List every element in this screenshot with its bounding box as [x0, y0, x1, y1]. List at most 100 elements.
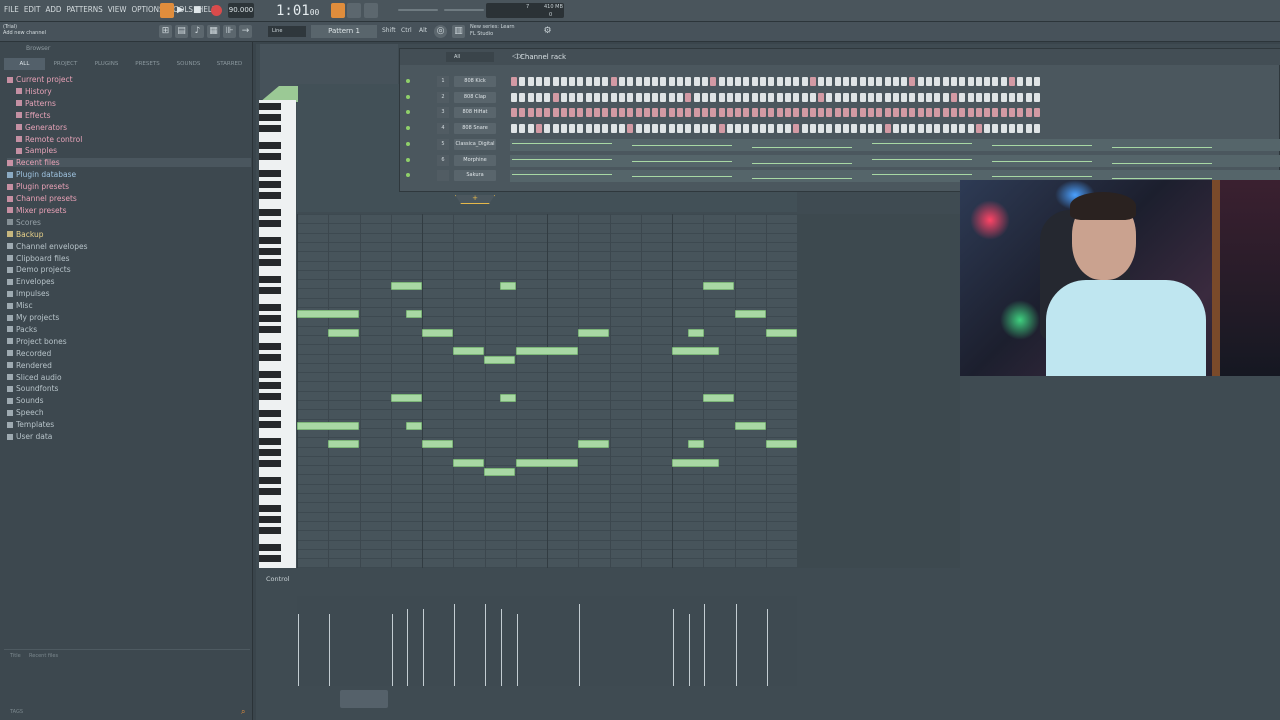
step-button[interactable] [984, 108, 991, 118]
step-button[interactable] [677, 124, 683, 134]
black-key[interactable] [259, 449, 281, 457]
step-button[interactable] [610, 108, 617, 118]
step-button[interactable] [552, 77, 559, 86]
step-button[interactable] [577, 108, 584, 118]
step-button[interactable] [843, 124, 849, 134]
step-button[interactable] [784, 108, 791, 118]
step-button[interactable] [643, 108, 650, 118]
browser-item-remote-control[interactable]: Remote control [16, 135, 82, 144]
step-button[interactable] [884, 92, 891, 102]
channel-piano-roll-preview[interactable] [510, 154, 1280, 167]
step-button[interactable] [668, 108, 675, 118]
channel-button[interactable]: 808 Snare [454, 123, 496, 135]
step-button[interactable] [652, 124, 659, 134]
step-button[interactable] [992, 92, 999, 102]
black-key[interactable] [259, 125, 281, 133]
black-key[interactable] [259, 170, 281, 177]
step-button[interactable] [959, 92, 966, 102]
step-button[interactable] [984, 92, 991, 102]
step-button[interactable] [909, 108, 916, 118]
black-key[interactable] [259, 142, 281, 150]
step-button[interactable] [992, 108, 999, 118]
black-key[interactable] [259, 382, 281, 390]
channel-mute-led[interactable] [406, 110, 410, 115]
midi-note[interactable] [406, 422, 422, 430]
step-button[interactable] [859, 77, 866, 86]
step-button[interactable] [818, 124, 825, 134]
black-key[interactable] [259, 287, 281, 295]
step-button[interactable] [743, 124, 750, 134]
step-button[interactable] [843, 108, 849, 118]
midi-note[interactable] [578, 329, 609, 337]
mod-alt[interactable]: Alt [419, 27, 427, 34]
step-button[interactable] [701, 124, 708, 134]
step-button[interactable] [950, 108, 957, 118]
step-button[interactable] [627, 108, 634, 118]
step-button[interactable] [826, 92, 833, 102]
browser-item-generators[interactable]: Generators [16, 123, 67, 132]
step-button[interactable] [585, 77, 592, 86]
step-button[interactable] [809, 77, 816, 86]
step-button[interactable] [594, 77, 600, 86]
browser-item-sounds[interactable]: Sounds [7, 396, 44, 405]
channel-button[interactable]: 808 Kick [454, 76, 496, 87]
browser-item-envelopes[interactable]: Envelopes [7, 277, 55, 286]
black-key[interactable] [259, 460, 281, 468]
menu-file[interactable]: FILE [4, 5, 19, 14]
browser-item-project-bones[interactable]: Project bones [7, 337, 67, 346]
black-key[interactable] [259, 237, 281, 244]
channel-mixer-track[interactable]: 3 [437, 107, 449, 119]
midi-note[interactable] [484, 468, 515, 476]
step-button[interactable] [776, 124, 783, 134]
step-button[interactable] [701, 77, 708, 86]
step-button[interactable] [677, 77, 683, 86]
step-button[interactable] [535, 124, 542, 134]
step-button[interactable] [685, 124, 692, 134]
step-button[interactable] [760, 77, 766, 86]
browser-item-speech[interactable]: Speech [7, 408, 44, 417]
step-button[interactable] [618, 92, 625, 102]
step-button[interactable] [552, 124, 559, 134]
midi-note[interactable] [453, 347, 484, 355]
step-button[interactable] [975, 92, 982, 102]
step-button[interactable] [627, 92, 634, 102]
step-button[interactable] [618, 77, 625, 86]
step-button[interactable] [967, 92, 974, 102]
browser-item-impulses[interactable]: Impulses [7, 289, 50, 298]
step-button[interactable] [760, 108, 766, 118]
step-button[interactable] [610, 77, 617, 86]
midi-note[interactable] [297, 310, 359, 318]
midi-note[interactable] [703, 394, 734, 402]
midi-note[interactable] [422, 329, 453, 337]
black-key[interactable] [259, 304, 281, 311]
velocity-bar[interactable] [579, 604, 580, 686]
step-button[interactable] [959, 77, 966, 86]
step-button[interactable] [735, 77, 742, 86]
step-button[interactable] [594, 92, 600, 102]
step-button[interactable] [660, 124, 667, 134]
step-button[interactable] [577, 92, 584, 102]
black-key[interactable] [259, 527, 281, 535]
step-button[interactable] [926, 77, 932, 86]
step-button[interactable] [942, 77, 949, 86]
step-button[interactable] [710, 77, 717, 86]
black-key[interactable] [259, 181, 281, 189]
mod-shift[interactable]: Shift [382, 27, 396, 34]
step-button[interactable] [710, 124, 717, 134]
black-key[interactable] [259, 153, 281, 161]
step-button[interactable] [519, 77, 526, 86]
browser-item-packs[interactable]: Packs [7, 325, 37, 334]
step-button[interactable] [776, 77, 783, 86]
browser-tab-presets[interactable]: PRESETS [127, 58, 168, 70]
step-button[interactable] [876, 92, 883, 102]
channel-button[interactable]: 808 Clap [454, 91, 496, 103]
step-button[interactable] [826, 108, 833, 118]
midi-note[interactable] [672, 347, 719, 355]
master-volume-slider[interactable] [444, 9, 484, 11]
midi-note[interactable] [735, 310, 766, 318]
step-button[interactable] [511, 108, 517, 118]
browser-item-current-project[interactable]: Current project [7, 75, 251, 84]
tempo-display[interactable]: 90.000 [228, 3, 254, 18]
step-button[interactable] [867, 108, 874, 118]
channel-mute-led[interactable] [406, 141, 410, 146]
